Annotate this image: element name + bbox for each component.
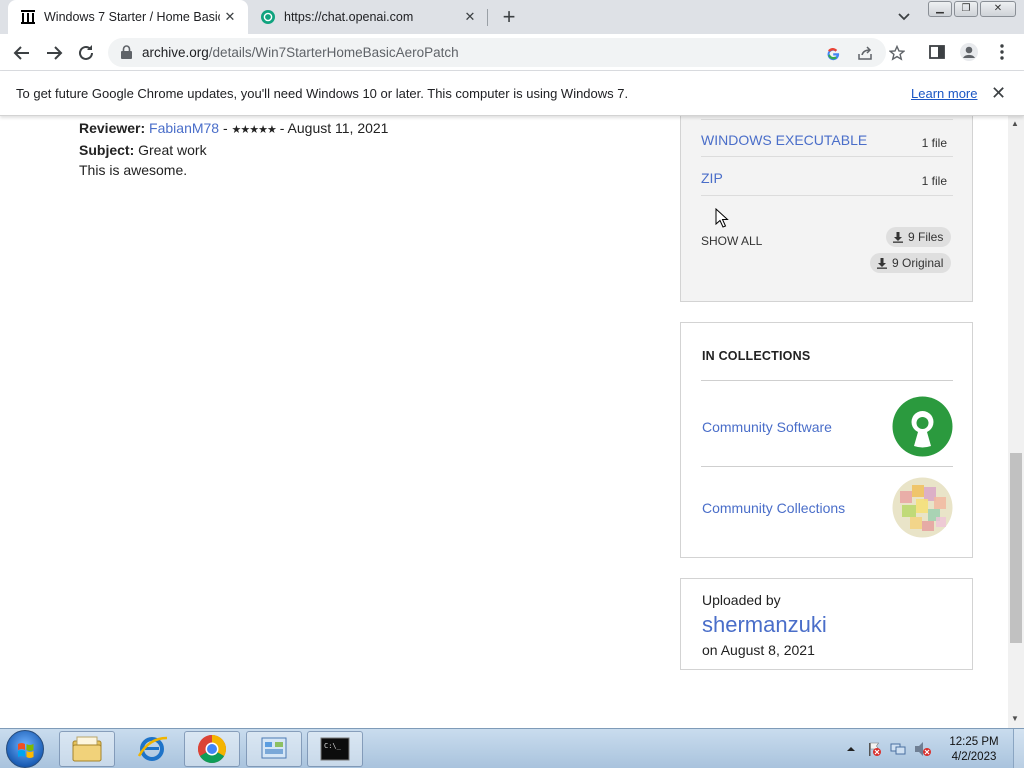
menu-dots-icon[interactable] [992, 42, 1012, 62]
taskbar-command-prompt[interactable]: C:\_ [307, 731, 363, 767]
tab-title: https://chat.openai.com [284, 10, 414, 24]
scroll-down-icon[interactable]: ▼ [1011, 714, 1019, 723]
chrome-icon [198, 735, 226, 763]
subject-label: Subject: [79, 142, 135, 158]
clock-date: 4/2/2023 [951, 751, 997, 763]
file-count: 1 file [921, 136, 947, 150]
internet-explorer-icon [137, 736, 168, 761]
page-scrollbar[interactable]: ▲ ▼ [1008, 116, 1024, 728]
taskbar-file-explorer[interactable] [59, 731, 115, 767]
close-icon[interactable]: ✕ [991, 83, 1006, 104]
back-icon[interactable] [11, 42, 33, 64]
tab-chatgpt[interactable]: https://chat.openai.com ✕ [248, 0, 488, 34]
scroll-up-icon[interactable]: ▲ [1011, 119, 1019, 128]
download-icon [893, 232, 903, 243]
review-reviewer-line: Reviewer: FabianM78 - ★★★★★ - August 11,… [79, 118, 388, 140]
file-explorer-icon [72, 736, 102, 762]
review-body: This is awesome. [79, 162, 188, 178]
side-panel-icon[interactable] [927, 42, 947, 62]
url-host: archive.org [142, 45, 209, 60]
show-hidden-icons-icon[interactable] [846, 744, 856, 754]
new-tab-icon[interactable]: + [498, 6, 520, 29]
uploaded-by-label: Uploaded by [702, 592, 781, 608]
reviewer-link[interactable]: FabianM78 [149, 120, 219, 136]
scrollbar-thumb[interactable] [1010, 453, 1022, 643]
clock-time: 12:25 PM [949, 736, 999, 748]
file-count: 1 file [921, 174, 947, 188]
learn-more-link[interactable]: Learn more [911, 86, 977, 101]
page-content: Reviewer: FabianM78 - ★★★★★ - August 11,… [0, 116, 1008, 728]
svg-text:C:\_: C:\_ [324, 742, 342, 750]
profile-avatar-icon[interactable] [959, 42, 979, 62]
format-row: ZIP 1 file [701, 158, 953, 196]
infobar-message: To get future Google Chrome updates, you… [16, 86, 629, 101]
show-desktop-button[interactable] [1013, 729, 1024, 768]
show-all-link[interactable]: SHOW ALL [701, 234, 762, 248]
google-translate-icon[interactable] [825, 45, 841, 61]
browser-toolbar: archive.org/details/Win7StarterHomeBasic… [0, 34, 1024, 71]
review-date: - August 11, 2021 [279, 120, 389, 136]
format-row: WINDOWS EXECUTABLE 1 file [701, 120, 953, 157]
community-collections-logo[interactable] [892, 477, 953, 538]
address-bar[interactable]: archive.org/details/Win7StarterHomeBasic… [108, 38, 905, 67]
taskbar-control-panel[interactable] [246, 731, 302, 767]
archive-icon [21, 10, 35, 24]
all-files-label: 9 Files [908, 230, 944, 244]
share-icon[interactable] [857, 45, 873, 61]
download-original-button[interactable]: 9 Original [870, 253, 952, 273]
uploader-panel: Uploaded by shermanzuki on August 8, 202… [680, 578, 973, 670]
collection-link[interactable]: Community Software [702, 419, 832, 435]
review-separator: - [222, 120, 228, 136]
reviewer-label: Reviewer: [79, 120, 146, 136]
windows-taskbar: C:\_ 12:25 PM 4/2/2023 [0, 728, 1024, 768]
review-subject-line: Subject: Great work [79, 140, 388, 160]
restore-icon[interactable]: ❐ [954, 1, 978, 17]
review-subject: Great work [138, 142, 207, 158]
collection-link[interactable]: Community Collections [702, 500, 845, 516]
minimize-icon[interactable]: ▁ [928, 1, 952, 17]
collections-heading: IN COLLECTIONS [702, 349, 811, 363]
update-infobar: To get future Google Chrome updates, you… [0, 71, 1024, 116]
divider [701, 466, 953, 467]
bookmark-star-icon[interactable] [889, 45, 905, 61]
volume-muted-icon[interactable] [914, 741, 932, 757]
download-icon [877, 258, 887, 269]
format-link[interactable]: ZIP [701, 170, 723, 186]
url-text[interactable]: archive.org/details/Win7StarterHomeBasic… [142, 45, 459, 60]
community-software-logo[interactable] [892, 396, 953, 457]
taskbar-internet-explorer[interactable] [124, 731, 180, 767]
control-panel-icon [261, 737, 287, 759]
taskbar-chrome[interactable] [184, 731, 240, 767]
uploader-link[interactable]: shermanzuki [702, 612, 827, 638]
in-collections-panel: IN COLLECTIONS Community Software Commun… [680, 322, 973, 558]
chevron-down-icon[interactable] [894, 8, 914, 26]
tab-title: Windows 7 Starter / Home Basic [44, 10, 220, 24]
command-prompt-icon: C:\_ [320, 737, 350, 761]
tab-strip: Windows 7 Starter / Home Basic ✕ https:/… [0, 0, 1024, 34]
divider [701, 380, 953, 381]
reload-icon[interactable] [75, 42, 97, 64]
windows-logo-icon [18, 743, 34, 758]
forward-icon[interactable] [43, 42, 65, 64]
review-entry: Reviewer: FabianM78 - ★★★★★ - August 11,… [79, 118, 388, 180]
taskbar-clock[interactable]: 12:25 PM 4/2/2023 [944, 735, 1004, 765]
close-tab-icon[interactable]: ✕ [460, 7, 480, 27]
original-label: 9 Original [892, 256, 944, 270]
format-link[interactable]: WINDOWS EXECUTABLE [701, 132, 867, 148]
rating-stars: ★★★★★ [231, 124, 277, 136]
upload-date: on August 8, 2021 [702, 642, 815, 658]
openai-icon [261, 10, 275, 24]
start-button[interactable] [6, 730, 44, 768]
tab-archive[interactable]: Windows 7 Starter / Home Basic ✕ [8, 0, 248, 34]
close-window-icon[interactable]: ✕ [980, 1, 1016, 17]
lock-icon[interactable] [120, 45, 133, 60]
network-icon[interactable] [890, 741, 906, 757]
close-tab-icon[interactable]: ✕ [220, 7, 240, 27]
mouse-cursor-icon [715, 208, 729, 228]
action-center-flag-icon[interactable] [866, 741, 882, 757]
url-path: /details/Win7StarterHomeBasicAeroPatch [208, 45, 459, 60]
download-all-files-button[interactable]: 9 Files [886, 227, 952, 247]
